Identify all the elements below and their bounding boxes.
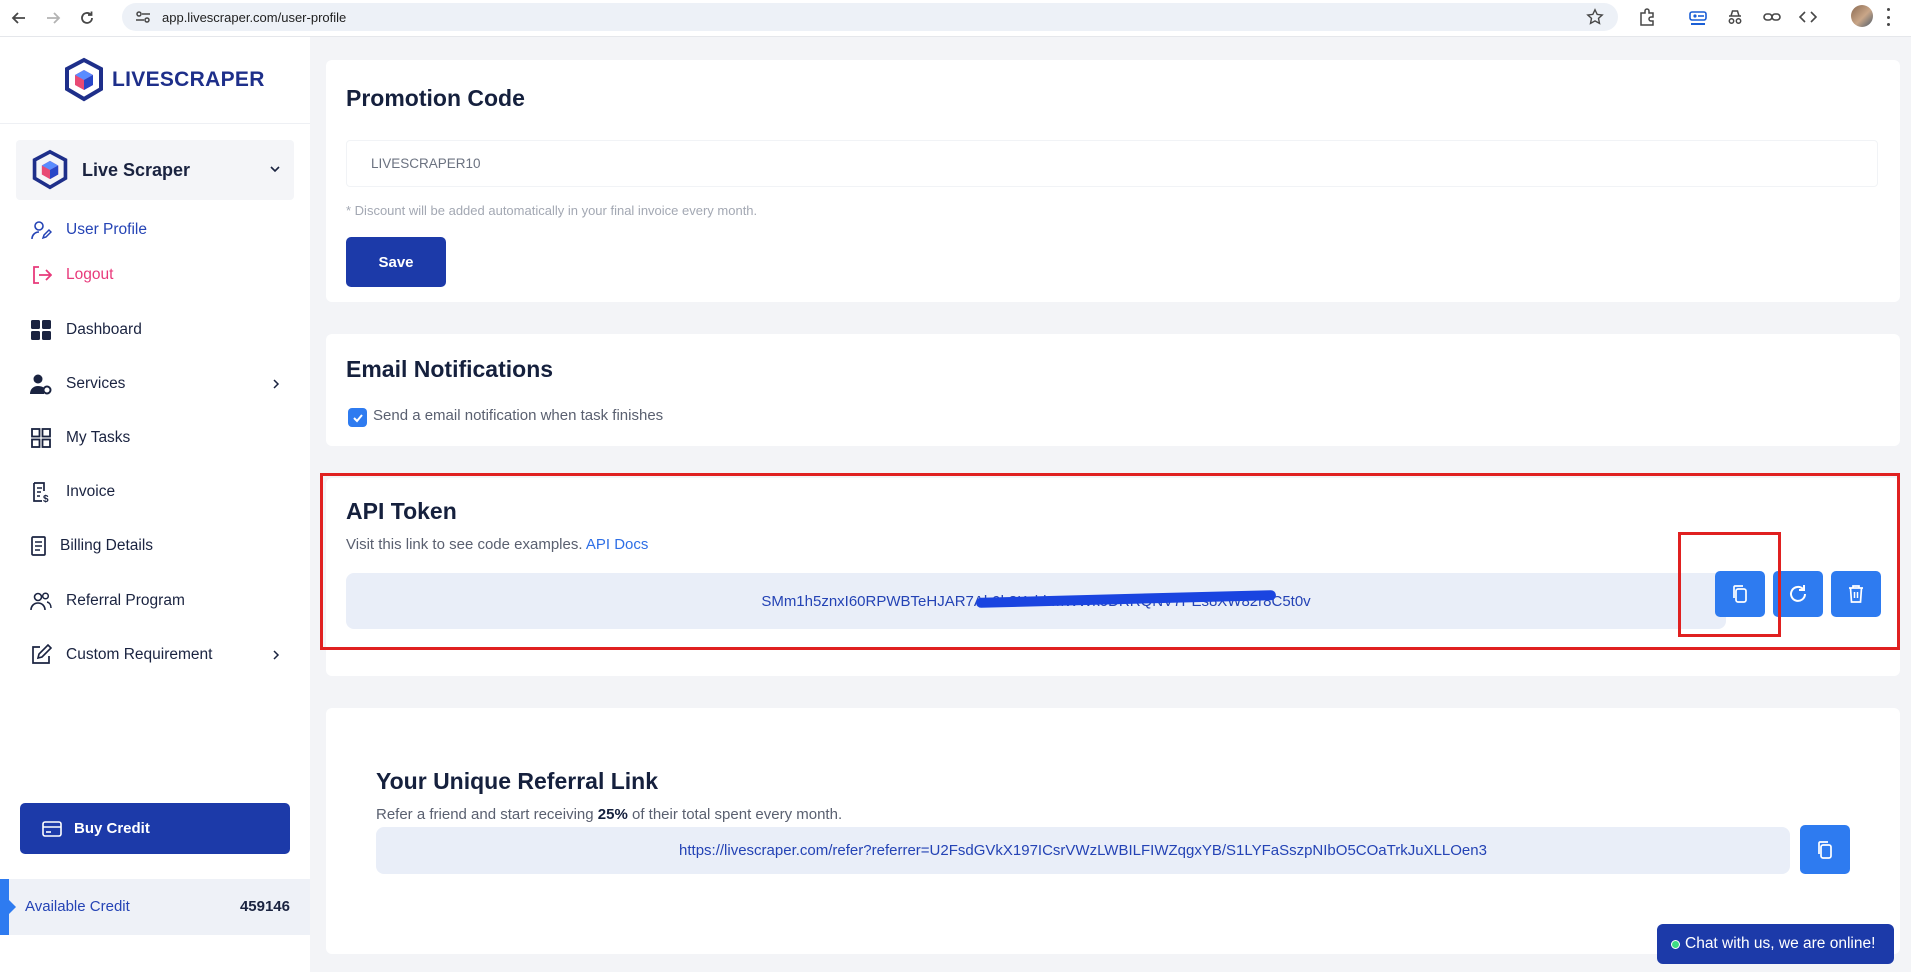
link-icon[interactable] (1761, 6, 1783, 28)
referral-link-title: Your Unique Referral Link (376, 768, 659, 794)
browser-toolbar: app.livescraper.com/user-profile (0, 0, 1911, 37)
chevron-right-icon (273, 650, 280, 660)
extensions-puzzle-icon[interactable] (1636, 6, 1658, 28)
sidebar-item-billing-details[interactable]: Billing Details (30, 533, 153, 559)
address-bar[interactable]: app.livescraper.com/user-profile (122, 3, 1618, 31)
logo-text: LIVESCRAPER (112, 68, 265, 91)
credit-arrow-icon (9, 900, 16, 914)
sidebar-item-invoice[interactable]: $ Invoice (30, 479, 115, 505)
sidebar-item-my-tasks[interactable]: My Tasks (30, 425, 130, 451)
promotion-code-input[interactable] (346, 140, 1878, 187)
check-icon (352, 413, 363, 422)
email-notification-option[interactable]: Send a email notification when task fini… (348, 404, 663, 427)
referral-subtitle-before: Refer a friend and start receiving (376, 806, 594, 823)
grid-icon (30, 319, 52, 341)
online-status-dot (1671, 939, 1680, 949)
url-text: app.livescraper.com/user-profile (162, 9, 347, 25)
buy-credit-label: Buy Credit (74, 820, 150, 837)
copy-icon (1818, 840, 1832, 859)
sidebar-item-label: Logout (66, 266, 114, 283)
api-token-highlight-outline (320, 473, 1900, 650)
sidebar-divider (0, 123, 310, 124)
sidebar-item-dashboard[interactable]: Dashboard (30, 317, 142, 343)
referral-subtitle: Refer a friend and start receiving 25% o… (376, 806, 842, 823)
copy-button-highlight-outline (1678, 532, 1781, 637)
sidebar-item-label: Dashboard (66, 321, 142, 338)
discount-hint: * Discount will be added automatically i… (346, 203, 758, 218)
email-notifications-title: Email Notifications (346, 356, 554, 382)
chevron-right-icon (273, 379, 280, 389)
back-icon[interactable] (4, 3, 34, 33)
users-icon (30, 590, 52, 612)
logo[interactable]: LIVESCRAPER (62, 57, 265, 103)
sidebar-item-logout[interactable]: Logout (30, 262, 113, 288)
logo-cube-icon (65, 57, 103, 102)
code-icon[interactable] (1797, 6, 1819, 28)
sidebar-item-label: My Tasks (66, 429, 131, 446)
credit-accent-bar (0, 879, 9, 935)
profile-avatar[interactable] (1851, 5, 1873, 27)
sidebar-item-custom-requirement[interactable]: Custom Requirement (30, 642, 212, 668)
account-switcher[interactable]: Live Scraper (16, 140, 294, 200)
forward-icon[interactable] (38, 3, 68, 33)
sidebar-item-referral-program[interactable]: Referral Program (30, 588, 185, 614)
sidebar-item-label: Invoice (66, 483, 116, 500)
promotion-code-title: Promotion Code (346, 85, 525, 111)
live-chat-button[interactable]: Chat with us, we are online! (1657, 924, 1894, 964)
available-credit-value: 459146 (239, 898, 290, 915)
sidebar-item-services[interactable]: Services (30, 371, 125, 397)
referral-link-card: Your Unique Referral Link Refer a friend… (326, 708, 1900, 954)
bookmark-star-icon[interactable] (1586, 8, 1604, 26)
incognito-icon[interactable] (1724, 6, 1746, 28)
email-notification-checkbox[interactable] (348, 408, 367, 427)
sidebar: LIVESCRAPER Live Scraper User Profile Lo… (0, 37, 310, 972)
email-notification-label: Send a email notification when task fini… (373, 407, 664, 424)
referral-subtitle-after: of their total spent every month. (632, 806, 843, 823)
save-button[interactable]: Save (346, 237, 446, 287)
promotion-code-card: Promotion Code * Discount will be added … (326, 60, 1900, 302)
user-gear-icon (30, 373, 52, 395)
buy-credit-button[interactable]: Buy Credit (20, 803, 290, 854)
available-credit-label: Available Credit (25, 898, 130, 915)
credit-card-icon (42, 820, 62, 837)
chevron-down-icon (270, 166, 280, 173)
sidebar-item-label: Billing Details (60, 537, 154, 554)
chat-label: Chat with us, we are online! (1685, 935, 1876, 952)
account-name: Live Scraper (82, 159, 191, 180)
sidebar-item-label: User Profile (66, 221, 147, 238)
site-settings-icon[interactable] (134, 8, 152, 26)
referral-percent: 25% (597, 806, 628, 823)
account-logo-icon (32, 149, 68, 190)
available-credit-row: Available Credit 459146 (0, 879, 310, 935)
copy-referral-button[interactable] (1800, 825, 1850, 874)
password-key-icon[interactable] (1687, 6, 1709, 28)
svg-text:$: $ (43, 494, 49, 503)
referral-link-value: https://livescraper.com/refer?referrer=U… (679, 842, 1487, 859)
sidebar-item-user-profile[interactable]: User Profile (30, 217, 147, 243)
user-edit-icon (30, 219, 52, 241)
edit-icon (30, 644, 52, 666)
browser-menu-icon[interactable] (1887, 8, 1891, 26)
email-notifications-card: Email Notifications Send a email notific… (326, 334, 1900, 446)
logout-icon (30, 264, 52, 286)
sidebar-item-label: Custom Requirement (66, 646, 213, 663)
tasks-icon (30, 427, 52, 449)
reload-icon[interactable] (72, 3, 102, 33)
referral-link-field[interactable]: https://livescraper.com/refer?referrer=U… (376, 827, 1790, 874)
sidebar-item-label: Services (66, 375, 126, 392)
receipt-icon (30, 535, 48, 557)
sidebar-item-label: Referral Program (66, 592, 185, 609)
invoice-icon: $ (30, 481, 52, 503)
